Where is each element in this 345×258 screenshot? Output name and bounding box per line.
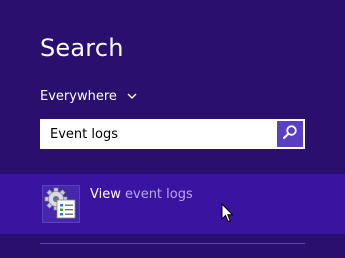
magnifier-icon <box>282 124 298 144</box>
search-button[interactable] <box>277 121 303 147</box>
chevron-down-icon <box>126 90 138 102</box>
search-box <box>40 119 305 149</box>
search-title: Search <box>40 34 124 62</box>
search-result-label: View event logs <box>90 187 193 202</box>
search-scope-dropdown[interactable]: Everywhere <box>40 86 138 106</box>
search-scope-label: Everywhere <box>40 88 117 104</box>
search-input[interactable] <box>40 119 274 149</box>
event-viewer-gear-icon <box>42 185 80 223</box>
mouse-cursor-icon <box>221 202 235 223</box>
search-result-view-event-logs[interactable]: View event logs <box>0 174 345 234</box>
search-charm-pane: Search Everywhere Event logs View event … <box>0 0 345 258</box>
result-prefix: View <box>90 187 121 202</box>
results-divider <box>40 243 305 244</box>
result-suffix: event logs <box>125 187 193 202</box>
